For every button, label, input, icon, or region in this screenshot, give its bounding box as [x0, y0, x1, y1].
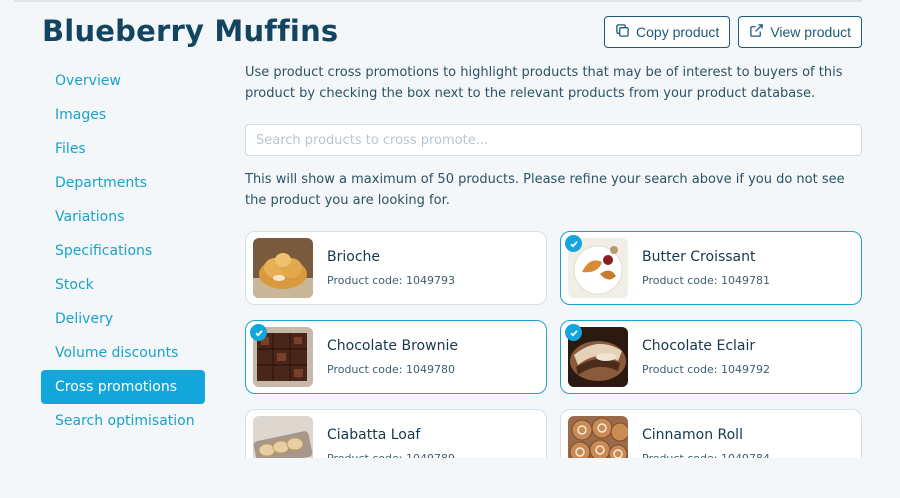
sidebar-item-departments[interactable]: Departments — [41, 166, 205, 200]
sidebar-item-stock[interactable]: Stock — [41, 268, 205, 302]
product-sections-nav: Overview Images Files Departments Variat… — [41, 64, 205, 438]
product-code: Product code: 1049780 — [327, 363, 455, 376]
cross-promote-search-input[interactable] — [245, 124, 862, 156]
sidebar-item-delivery[interactable]: Delivery — [41, 302, 205, 336]
sidebar-item-cross-promotions[interactable]: Cross promotions — [41, 370, 205, 404]
product-card-chocolate-eclair[interactable]: Chocolate Eclair Product code: 1049792 — [560, 320, 862, 394]
copy-icon — [615, 23, 630, 41]
product-name: Ciabatta Loaf — [327, 427, 421, 443]
product-code: Product code: 1049792 — [642, 363, 770, 376]
cross-promotion-intro: Use product cross promotions to highligh… — [245, 65, 843, 101]
view-product-button[interactable]: View product — [738, 16, 862, 48]
copy-product-button[interactable]: Copy product — [604, 16, 731, 48]
checkmark-icon[interactable] — [250, 324, 267, 341]
product-name: Cinnamon Roll — [642, 427, 743, 443]
sidebar-item-volume-discounts[interactable]: Volume discounts — [41, 336, 205, 370]
top-divider — [14, 0, 862, 2]
sidebar-item-variations[interactable]: Variations — [41, 200, 205, 234]
sidebar-item-files[interactable]: Files — [41, 132, 205, 166]
page-title: Blueberry Muffins — [42, 14, 339, 48]
copy-product-label: Copy product — [636, 24, 720, 40]
sidebar-item-specifications[interactable]: Specifications — [41, 234, 205, 268]
sidebar-item-images[interactable]: Images — [41, 98, 205, 132]
product-card-brioche[interactable]: Brioche Product code: 1049793 — [245, 231, 547, 305]
checkmark-icon[interactable] — [565, 235, 582, 252]
view-product-label: View product — [770, 24, 851, 40]
product-name: Butter Croissant — [642, 249, 756, 265]
product-card-chocolate-brownie[interactable]: Chocolate Brownie Product code: 1049780 — [245, 320, 547, 394]
viewport-edge — [0, 458, 900, 498]
product-card-butter-croissant[interactable]: Butter Croissant Product code: 1049781 — [560, 231, 862, 305]
result-limit-note: This will show a maximum of 50 products.… — [245, 172, 845, 208]
product-grid: Brioche Product code: 1049793 Butter Cro… — [245, 231, 862, 483]
header-actions: Copy product View product — [604, 16, 862, 48]
sidebar-item-overview[interactable]: Overview — [41, 64, 205, 98]
product-code: Product code: 1049781 — [642, 274, 770, 287]
product-name: Brioche — [327, 249, 380, 265]
product-name: Chocolate Brownie — [327, 338, 458, 354]
product-code: Product code: 1049793 — [327, 274, 455, 287]
product-image-brioche — [253, 238, 313, 298]
checkmark-icon[interactable] — [565, 324, 582, 341]
external-link-icon — [749, 23, 764, 41]
product-name: Chocolate Eclair — [642, 338, 756, 354]
sidebar-item-search-optimisation[interactable]: Search optimisation — [41, 404, 205, 438]
